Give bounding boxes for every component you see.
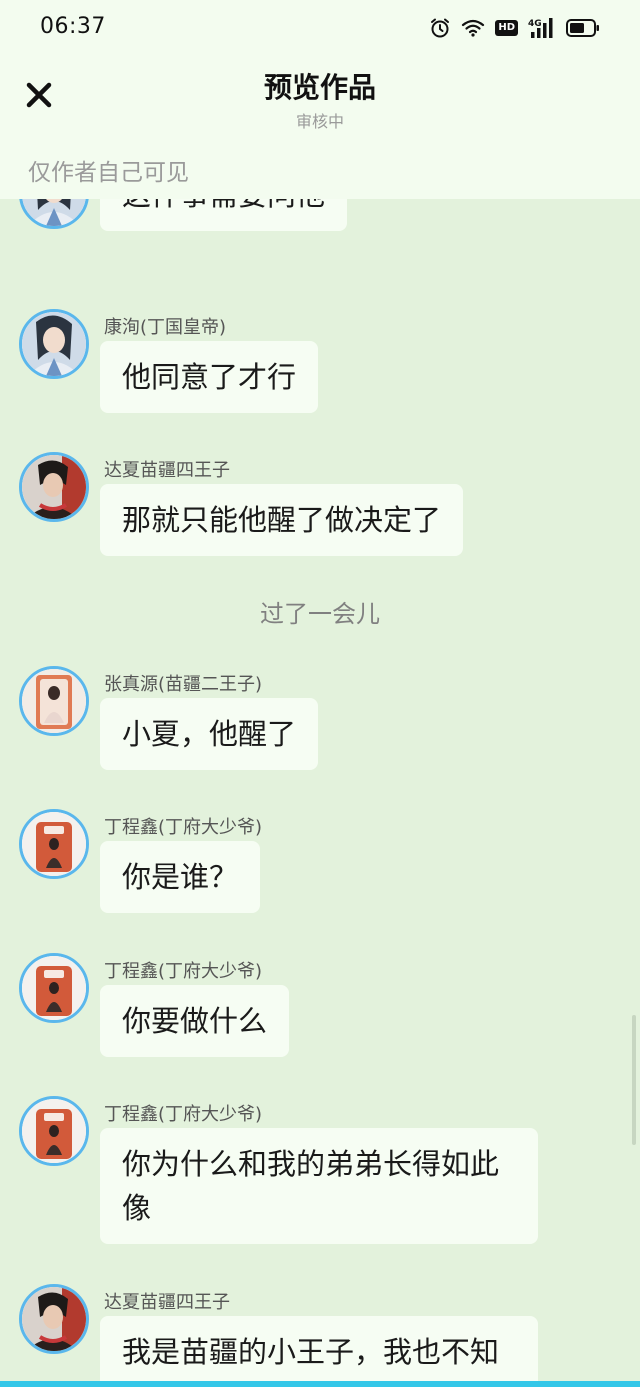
message-bubble[interactable]: 他同意了才行 [100, 341, 319, 413]
avatar-ding[interactable] [19, 809, 89, 879]
status-icons: HD 4G [429, 16, 600, 40]
avatar-daxia[interactable] [19, 452, 89, 522]
page-title: 预览作品 [263, 71, 376, 104]
scrollbar[interactable] [632, 1015, 636, 1145]
sender-name: 达夏苗疆四王子 [104, 460, 230, 481]
time-divider: 过了一会儿 [260, 600, 380, 628]
sender-name: 达夏苗疆四王子 [104, 1292, 230, 1313]
wifi-icon [461, 18, 485, 38]
sender-name: 丁程鑫(丁府大少爷) [104, 1104, 263, 1125]
status-time: 06:37 [40, 14, 106, 39]
progress-line [0, 1381, 640, 1387]
alarm-icon [429, 17, 451, 39]
message-bubble[interactable]: 这件事需要问他 [100, 199, 348, 231]
message-bubble[interactable]: 小夏，他醒了 [100, 698, 319, 770]
avatar-kangxun[interactable] [19, 309, 89, 379]
chat-feed[interactable]: 这件事需要问他 康洵(丁国皇帝) 他同意了才行 [0, 199, 640, 1381]
sender-name: 丁程鑫(丁府大少爷) [104, 817, 263, 838]
sender-name: 康洵(丁国皇帝) [104, 317, 227, 338]
avatar-kangxun[interactable] [19, 199, 89, 229]
signal-4g-icon: 4G [528, 17, 556, 39]
review-status: 审核中 [295, 112, 344, 131]
message-bubble[interactable]: 那就只能他醒了做决定了 [100, 484, 464, 556]
status-bar: 06:37 HD 4G [0, 0, 640, 56]
message-bubble[interactable]: 我是苗疆的小王子，我也不知 [100, 1316, 538, 1381]
avatar-zhang[interactable] [19, 666, 89, 736]
sender-name: 丁程鑫(丁府大少爷) [104, 961, 263, 982]
top-bar: 06:37 HD 4G 预览作品 审核中 仅作者自己可见 [0, 0, 640, 199]
avatar-ding[interactable] [19, 1096, 89, 1166]
avatar-daxia[interactable] [19, 1284, 89, 1354]
avatar-ding[interactable] [19, 953, 89, 1023]
network-label: 4G [528, 19, 542, 29]
message-bubble[interactable]: 你是谁？ [100, 841, 261, 913]
visibility-note: 仅作者自己可见 [28, 160, 189, 186]
sender-name: 张真源(苗疆二王子) [104, 674, 263, 695]
message-bubble[interactable]: 你为什么和我的弟弟长得如此像 [100, 1128, 538, 1244]
message-bubble[interactable]: 你要做什么 [100, 985, 290, 1057]
battery-icon [566, 18, 600, 38]
hd-badge: HD [495, 20, 518, 36]
